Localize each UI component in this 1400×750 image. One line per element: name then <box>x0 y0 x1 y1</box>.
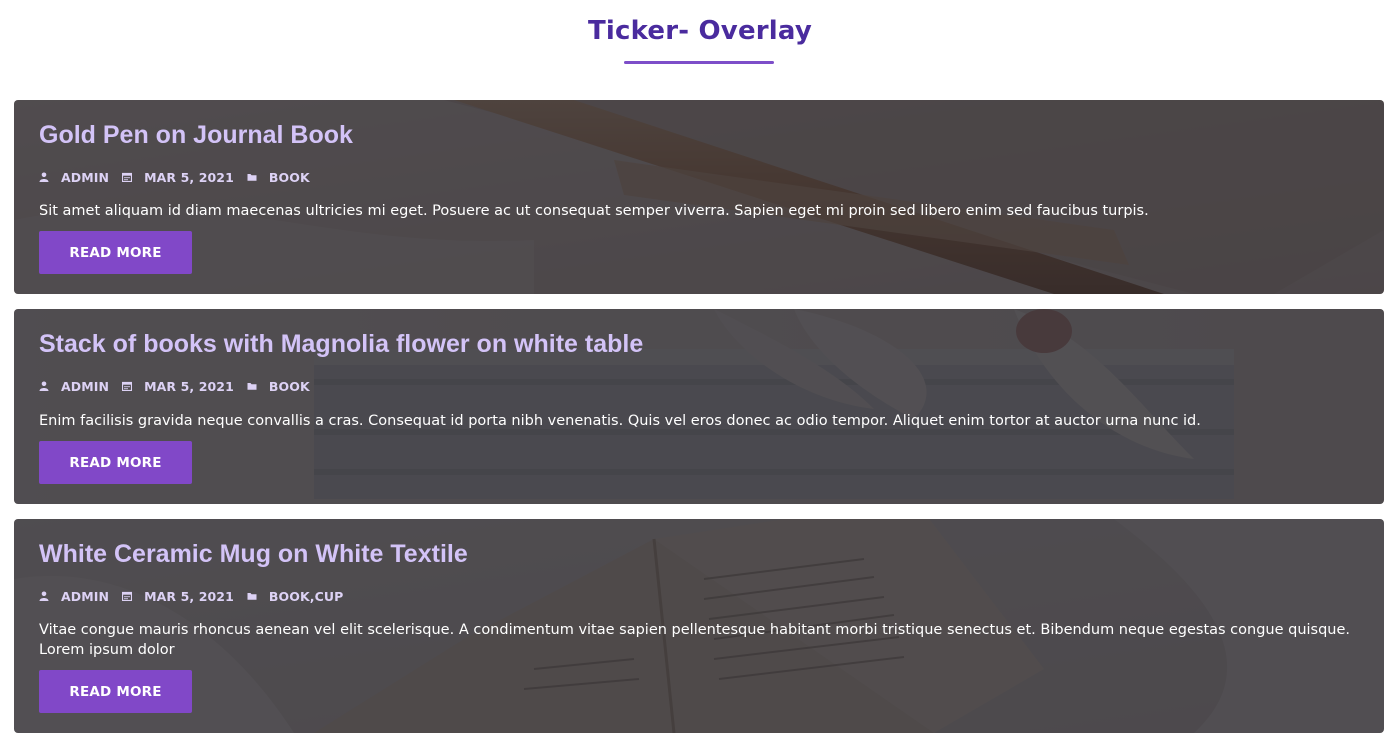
post-date: MAR 5, 2021 <box>144 169 234 185</box>
page-header: Ticker- Overlay <box>0 0 1400 100</box>
post-date: MAR 5, 2021 <box>144 378 234 394</box>
folder-icon <box>247 174 257 181</box>
post-card: Gold Pen on Journal Book ADMIN MAR 5, 20… <box>14 100 1384 294</box>
post-title[interactable]: Gold Pen on Journal Book <box>39 121 353 150</box>
user-icon <box>39 172 49 182</box>
folder-icon <box>247 593 257 600</box>
post-meta: ADMIN MAR 5, 2021 BOOK <box>39 169 310 185</box>
post-meta: ADMIN MAR 5, 2021 BOOK, CUP <box>39 588 343 604</box>
post-excerpt: Enim facilisis gravida neque convallis a… <box>39 413 1201 429</box>
post-author[interactable]: ADMIN <box>61 589 109 604</box>
calendar-icon <box>122 591 133 601</box>
post-excerpt: Vitae congue mauris rhoncus aenean vel e… <box>39 622 1351 658</box>
user-icon <box>39 381 49 391</box>
post-meta: ADMIN MAR 5, 2021 BOOK <box>39 378 310 394</box>
post-author[interactable]: ADMIN <box>61 379 109 394</box>
folder-icon <box>247 383 257 390</box>
read-more-button[interactable]: READ MORE <box>39 441 192 484</box>
post-category-link[interactable]: CUP <box>315 589 344 604</box>
post-card: White Ceramic Mug on White Textile ADMIN… <box>14 519 1384 733</box>
read-more-button[interactable]: READ MORE <box>39 670 192 713</box>
post-title[interactable]: White Ceramic Mug on White Textile <box>39 540 468 569</box>
post-category-link[interactable]: BOOK <box>269 589 310 604</box>
calendar-icon <box>122 381 133 391</box>
user-icon <box>39 591 49 601</box>
post-category-link[interactable]: BOOK <box>269 170 310 185</box>
post-excerpt: Sit amet aliquam id diam maecenas ultric… <box>39 203 1149 219</box>
post-date: MAR 5, 2021 <box>144 588 234 604</box>
post-category-link[interactable]: BOOK <box>269 379 310 394</box>
read-more-button[interactable]: READ MORE <box>39 231 192 274</box>
page-title: Ticker- Overlay <box>587 16 813 46</box>
post-card: Stack of books with Magnolia flower on w… <box>14 309 1384 504</box>
post-author[interactable]: ADMIN <box>61 170 109 185</box>
post-title[interactable]: Stack of books with Magnolia flower on w… <box>39 330 643 359</box>
title-underline <box>624 61 774 64</box>
calendar-icon <box>122 172 133 182</box>
